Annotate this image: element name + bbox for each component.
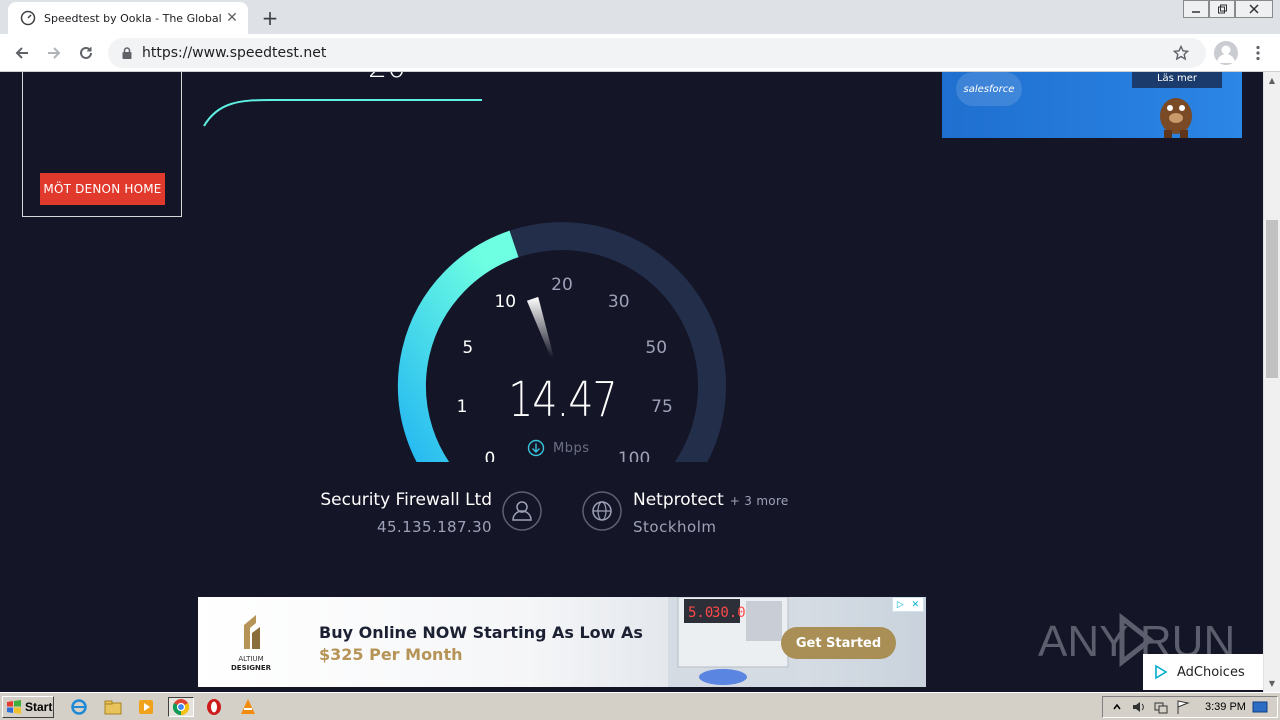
altium-logo-line1: ALTIUM [238, 655, 264, 663]
right-ad-banner[interactable]: salesforce Läs mer [942, 72, 1242, 138]
window-minimize-button[interactable] [1183, 0, 1209, 18]
window-close-button[interactable] [1235, 0, 1273, 18]
media-player-icon[interactable] [135, 697, 157, 717]
adchoices-icon [1155, 664, 1168, 680]
start-button[interactable]: Start [2, 696, 54, 718]
oscilloscope-illustration-icon: 5.0 30.0 [668, 597, 798, 687]
altium-logo-icon [244, 615, 260, 649]
opera-icon[interactable] [203, 697, 225, 717]
page-scrollbar[interactable]: ▲ ▼ [1263, 72, 1280, 692]
server-city[interactable]: Stockholm [633, 518, 893, 536]
left-ad-button[interactable]: MÖT DENON HOME [40, 173, 165, 205]
server-name: Netprotect [633, 490, 724, 510]
browser-tab-bar: Speedtest by Ookla - The Global Bro ✕ + [0, 0, 1280, 34]
globe-icon[interactable] [582, 491, 622, 531]
gauge-tick-label: 75 [651, 397, 673, 417]
profile-icon[interactable] [1214, 41, 1238, 65]
gauge-tick-label: 30 [608, 292, 630, 312]
gauge-tick-label: 100 [618, 449, 650, 462]
graph-partial-number: 20 [368, 72, 406, 85]
isp-info: Security Firewall Ltd 45.135.187.30 [270, 490, 492, 536]
speed-graph-line [203, 99, 482, 127]
browser-tab[interactable]: Speedtest by Ookla - The Global Bro ✕ [8, 2, 248, 34]
ad-headline: Buy Online NOW Starting As Low As [319, 623, 643, 642]
vlc-icon[interactable] [237, 697, 259, 717]
speedtest-favicon-icon [20, 10, 36, 26]
scroll-down-arrow[interactable]: ▼ [1264, 675, 1280, 692]
start-label: Start [25, 700, 53, 714]
page-viewport: MÖT DENON HOME salesforce Läs mer 20 0 [0, 72, 1280, 692]
file-explorer-icon[interactable] [102, 697, 124, 717]
isp-name: Security Firewall Ltd [320, 490, 492, 510]
chrome-taskbar-icon[interactable] [168, 697, 194, 717]
altium-logo: ALTIUM DESIGNER [226, 609, 276, 675]
download-icon [527, 439, 545, 457]
tray-expand-icon[interactable] [1109, 699, 1125, 715]
internet-explorer-icon[interactable] [68, 697, 90, 717]
menu-icon[interactable] [1248, 41, 1268, 65]
speed-unit: Mbps [553, 440, 590, 456]
new-tab-plus-icon[interactable]: + [258, 6, 282, 30]
window-restore-button[interactable] [1209, 0, 1235, 18]
system-tray: 3:39 PM [1102, 696, 1278, 718]
show-desktop-icon[interactable] [1252, 699, 1268, 715]
gauge-tick-label: 20 [551, 275, 573, 295]
windows-logo-icon [7, 700, 21, 714]
action-center-flag-icon[interactable] [1175, 699, 1191, 715]
windows-taskbar: Start 3:39 PM [0, 692, 1280, 720]
left-ad-banner[interactable]: MÖT DENON HOME [22, 72, 182, 217]
ad-close-icon[interactable]: ✕ [912, 600, 920, 610]
bottom-ad-banner[interactable]: ALTIUM DESIGNER Buy Online NOW Starting … [198, 597, 926, 687]
isp-ip: 45.135.187.30 [377, 518, 492, 536]
unit-row: Mbps [527, 439, 590, 457]
device-display-2: 30.0 [712, 605, 746, 621]
server-info: Netprotect + 3 more Stockholm [633, 490, 893, 536]
url-text: https://www.speedtest.net [142, 45, 327, 61]
gauge-tick-label: 0 [484, 449, 495, 462]
gauge-tick-label: 10 [494, 292, 516, 312]
tab-title: Speedtest by Ookla - The Global Bro [44, 11, 224, 25]
gauge-tick-label: 5 [462, 338, 473, 358]
speed-value: 14.47 [508, 372, 617, 428]
gauge-tick-label: 50 [645, 338, 667, 358]
forward-icon[interactable] [42, 41, 66, 65]
altium-logo-line2: DESIGNER [230, 664, 271, 672]
salesforce-logo: salesforce [956, 72, 1022, 106]
ad-get-started-button[interactable]: Get Started [781, 627, 896, 659]
browser-toolbar: https://www.speedtest.net [0, 34, 1280, 72]
gauge-tick-label: 1 [457, 397, 468, 417]
reload-icon[interactable] [74, 41, 98, 65]
close-tab-icon[interactable]: ✕ [224, 10, 240, 26]
mascot-illustration-icon [1160, 98, 1192, 138]
taskbar-clock[interactable]: 3:39 PM [1205, 701, 1246, 713]
star-icon[interactable] [1170, 42, 1192, 64]
lock-icon [122, 47, 132, 59]
scroll-up-arrow[interactable]: ▲ [1264, 72, 1280, 89]
user-icon [502, 491, 542, 531]
scrollbar-thumb[interactable] [1266, 220, 1278, 378]
right-ad-button[interactable]: Läs mer [1132, 72, 1222, 88]
back-icon[interactable] [10, 41, 34, 65]
address-bar[interactable]: https://www.speedtest.net [108, 38, 1206, 68]
adchoices-badge[interactable]: AdChoices [1143, 654, 1263, 690]
network-icon[interactable] [1153, 699, 1169, 715]
volume-icon[interactable] [1131, 699, 1147, 715]
ad-choices-mini[interactable]: ▷ ✕ [892, 597, 924, 612]
server-more-link[interactable]: + 3 more [730, 494, 789, 508]
ad-info-icon[interactable]: ▷ [897, 600, 904, 610]
device-display-1: 5.0 [688, 605, 713, 621]
ad-price: $325 Per Month [319, 645, 463, 664]
gauge-needle [526, 296, 554, 359]
adchoices-label: AdChoices [1177, 664, 1245, 680]
